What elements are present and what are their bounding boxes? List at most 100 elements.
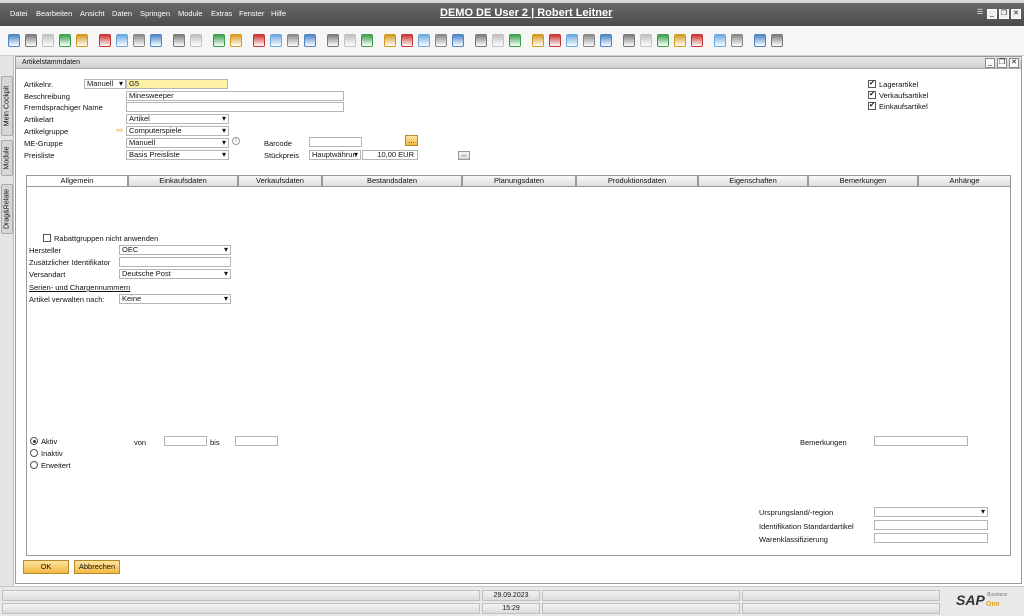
layout-icon[interactable] bbox=[771, 34, 783, 47]
settings-icon[interactable] bbox=[714, 34, 726, 47]
first-icon[interactable] bbox=[253, 34, 265, 47]
prev-icon[interactable] bbox=[270, 34, 282, 47]
versandart-select[interactable]: Deutsche Post bbox=[119, 269, 231, 279]
approve-icon[interactable] bbox=[566, 34, 578, 47]
rabatt-checkbox[interactable] bbox=[43, 234, 51, 242]
refresh-icon[interactable] bbox=[327, 34, 339, 47]
menu-springen[interactable]: Springen bbox=[140, 9, 170, 18]
menu-module[interactable]: Module bbox=[178, 9, 203, 18]
lock-icon[interactable] bbox=[190, 34, 202, 47]
target-doc-icon[interactable] bbox=[401, 34, 413, 47]
excel-icon[interactable] bbox=[116, 34, 128, 47]
message-icon[interactable] bbox=[583, 34, 595, 47]
help-icon[interactable] bbox=[731, 34, 743, 47]
find-icon[interactable] bbox=[213, 34, 225, 47]
minimize-icon[interactable]: _ bbox=[987, 9, 997, 19]
cancel-button[interactable]: Abbrechen bbox=[74, 560, 120, 574]
preisliste-select[interactable]: Basis Preisliste bbox=[126, 150, 229, 160]
preview-icon[interactable] bbox=[8, 34, 20, 47]
menu-datei[interactable]: Datei bbox=[10, 9, 28, 18]
new-doc-icon[interactable] bbox=[549, 34, 561, 47]
tab-drag-relate[interactable]: Drag&Relate bbox=[1, 184, 13, 234]
von-field[interactable] bbox=[164, 436, 207, 446]
filter-icon[interactable] bbox=[344, 34, 356, 47]
bemerkungen-field[interactable] bbox=[874, 436, 968, 446]
price-field[interactable]: 10,00 EUR bbox=[362, 150, 418, 160]
draw-icon[interactable] bbox=[452, 34, 464, 47]
menu-hilfe[interactable]: Hilfe bbox=[271, 9, 286, 18]
restore-icon[interactable]: ❐ bbox=[999, 9, 1009, 19]
barcode-button[interactable]: ... bbox=[405, 135, 418, 146]
inaktiv-radio[interactable] bbox=[30, 449, 38, 457]
pdf-icon[interactable] bbox=[150, 34, 162, 47]
tab-bestandsdaten[interactable]: Bestandsdaten bbox=[322, 175, 462, 186]
tab-produktionsdaten[interactable]: Produktionsdaten bbox=[576, 175, 698, 186]
calendar-icon[interactable] bbox=[623, 34, 635, 47]
series-select[interactable]: Manuell bbox=[84, 79, 126, 89]
menu-fenster[interactable]: Fenster bbox=[239, 9, 264, 18]
sms-icon[interactable] bbox=[59, 34, 71, 47]
org-icon[interactable] bbox=[674, 34, 686, 47]
info-icon[interactable]: i bbox=[232, 137, 240, 145]
identifikation-field[interactable] bbox=[874, 520, 988, 530]
artikelart-select[interactable]: Artikel bbox=[126, 114, 229, 124]
beschreibung-field[interactable]: Minesweeper bbox=[126, 91, 344, 101]
warenklass-field[interactable] bbox=[874, 533, 988, 543]
zusatz-field[interactable] bbox=[119, 257, 231, 267]
edit-icon[interactable] bbox=[532, 34, 544, 47]
tab-eigenschaften[interactable]: Eigenschaften bbox=[698, 175, 808, 186]
gross-profit-icon[interactable] bbox=[475, 34, 487, 47]
launch-icon[interactable] bbox=[173, 34, 185, 47]
user-icon[interactable] bbox=[691, 34, 703, 47]
ursprung-select[interactable] bbox=[874, 507, 988, 517]
copy-icon[interactable] bbox=[418, 34, 430, 47]
bis-field[interactable] bbox=[235, 436, 278, 446]
chart-icon[interactable] bbox=[509, 34, 521, 47]
verkaufsartikel-checkbox[interactable]: ✔ bbox=[868, 91, 876, 99]
menu-extras[interactable]: Extras bbox=[211, 9, 232, 18]
chat-icon[interactable] bbox=[600, 34, 612, 47]
einkaufsartikel-checkbox[interactable]: ✔ bbox=[868, 102, 876, 110]
close-icon[interactable]: ✕ bbox=[1011, 9, 1021, 19]
fax-icon[interactable] bbox=[76, 34, 88, 47]
base-doc-icon[interactable] bbox=[384, 34, 396, 47]
fremd-field[interactable] bbox=[126, 102, 344, 112]
hersteller-select[interactable]: OEC bbox=[119, 245, 231, 255]
add-icon[interactable] bbox=[230, 34, 242, 47]
serien-link[interactable]: Serien- und Chargennummern bbox=[29, 283, 130, 292]
lagerartikel-checkbox[interactable]: ✔ bbox=[868, 80, 876, 88]
tab-anhaenge[interactable]: Anhänge bbox=[918, 175, 1011, 186]
tab-planungsdaten[interactable]: Planungsdaten bbox=[462, 175, 576, 186]
last-icon[interactable] bbox=[304, 34, 316, 47]
tab-verkaufsdaten[interactable]: Verkaufsdaten bbox=[238, 175, 322, 186]
print-icon[interactable] bbox=[25, 34, 37, 47]
tab-mein-cockpit[interactable]: Mein Cockpit bbox=[1, 76, 13, 136]
ok-button[interactable]: OK bbox=[23, 560, 69, 574]
alerts-icon[interactable] bbox=[640, 34, 652, 47]
form-icon[interactable] bbox=[754, 34, 766, 47]
window-close-icon[interactable]: ✕ bbox=[1009, 58, 1019, 68]
next-icon[interactable] bbox=[287, 34, 299, 47]
link-arrow-icon[interactable]: ⇨ bbox=[116, 125, 124, 136]
sort-icon[interactable] bbox=[361, 34, 373, 47]
barcode-field[interactable] bbox=[309, 137, 362, 147]
list-icon[interactable]: ☰ bbox=[975, 9, 985, 19]
dashboard-icon[interactable] bbox=[657, 34, 669, 47]
menu-bearbeiten[interactable]: Bearbeiten bbox=[36, 9, 72, 18]
verwalten-select[interactable]: Keine bbox=[119, 294, 231, 304]
currency-select[interactable]: Hauptwährun bbox=[309, 150, 361, 160]
volume-icon[interactable] bbox=[492, 34, 504, 47]
export-icon[interactable] bbox=[99, 34, 111, 47]
menu-daten[interactable]: Daten bbox=[112, 9, 132, 18]
tab-module[interactable]: Module bbox=[1, 140, 13, 176]
aktiv-radio[interactable] bbox=[30, 437, 38, 445]
erweitert-radio[interactable] bbox=[30, 461, 38, 469]
paste-icon[interactable] bbox=[435, 34, 447, 47]
me-select[interactable]: Manuell bbox=[126, 138, 229, 148]
price-detail-button[interactable]: ... bbox=[458, 151, 470, 160]
artikelnr-field[interactable]: G5 bbox=[126, 79, 228, 89]
menu-ansicht[interactable]: Ansicht bbox=[80, 9, 105, 18]
artikelgruppe-select[interactable]: Computerspiele bbox=[126, 126, 229, 136]
window-restore-icon[interactable]: ❐ bbox=[997, 58, 1007, 68]
email-icon[interactable] bbox=[42, 34, 54, 47]
